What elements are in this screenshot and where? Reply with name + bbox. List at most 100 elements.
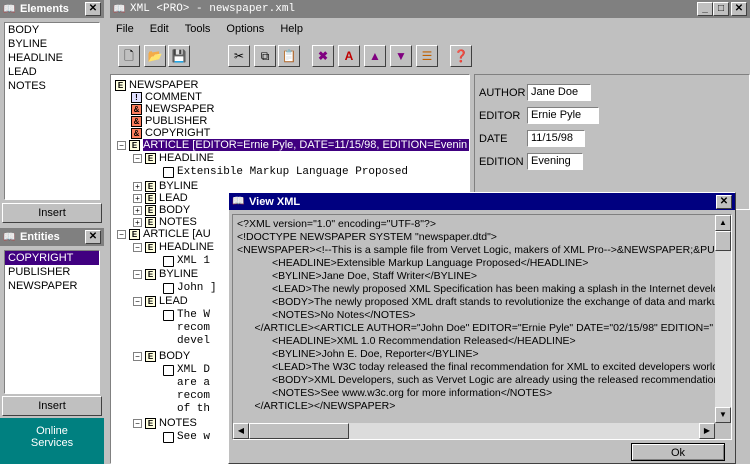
tree-body-2-text[interactable]: XML D xyxy=(163,364,210,376)
tree-byline-1[interactable]: + E BYLINE xyxy=(133,180,198,192)
elements-list[interactable]: BODY BYLINE HEADLINE LEAD NOTES xyxy=(4,22,100,200)
collapse-icon[interactable]: − xyxy=(133,351,142,361)
tree-notes-1[interactable]: + E NOTES xyxy=(133,216,197,228)
paste-icon[interactable]: 📋 xyxy=(278,45,300,67)
expand-icon[interactable]: + xyxy=(133,205,142,215)
tree-byline-2[interactable]: − E BYLINE xyxy=(133,268,198,280)
tree-body-1[interactable]: + E BODY xyxy=(133,204,190,216)
close-icon[interactable]: ✕ xyxy=(731,2,747,16)
collapse-icon[interactable]: − xyxy=(133,269,142,279)
tree-notes-2-text[interactable]: See w xyxy=(163,431,210,443)
vertical-scrollbar[interactable]: ▲ ▼ xyxy=(715,215,731,423)
xml-text-area[interactable]: <?XML version="1.0" encoding="UTF-8"?> <!… xyxy=(232,214,732,440)
text-node-icon xyxy=(163,364,174,376)
save-icon[interactable]: 💾 xyxy=(168,45,190,67)
author-field[interactable]: Jane Doe xyxy=(527,84,591,101)
new-file-icon[interactable]: 🗋 xyxy=(118,45,140,67)
element-item-headline[interactable]: HEADLINE xyxy=(5,51,99,65)
menu-options[interactable]: Options xyxy=(226,23,264,35)
entity-item-copyright[interactable]: COPYRIGHT xyxy=(5,251,99,265)
close-icon[interactable]: ✕ xyxy=(85,2,101,16)
collapse-icon[interactable]: − xyxy=(117,229,126,239)
author-label: AUTHOR xyxy=(479,87,526,99)
move-up-icon[interactable]: ▲ xyxy=(364,45,386,67)
xml-line: <LEAD>The W3C today released the final r… xyxy=(237,361,715,373)
open-folder-icon[interactable]: 📂 xyxy=(144,45,166,67)
menu-file[interactable]: File xyxy=(116,23,134,35)
cut-icon[interactable]: ✂ xyxy=(228,45,250,67)
element-item-notes[interactable]: NOTES xyxy=(5,79,99,93)
tree-root[interactable]: E NEWSPAPER xyxy=(115,79,198,91)
expand-icon[interactable]: + xyxy=(133,217,142,227)
online-services-button[interactable]: Online Services xyxy=(0,418,104,464)
horizontal-scrollbar[interactable]: ◀ ▶ xyxy=(233,423,715,439)
edition-field[interactable]: Evening xyxy=(527,153,583,170)
maximize-icon[interactable]: □ xyxy=(713,2,729,16)
menu-edit[interactable]: Edit xyxy=(150,23,169,35)
scroll-down-icon[interactable]: ▼ xyxy=(715,407,731,423)
tree-headline-2-text[interactable]: XML 1 xyxy=(163,255,210,267)
tree-article-2[interactable]: − E ARTICLE [AU xyxy=(117,228,211,240)
scroll-thumb[interactable] xyxy=(715,231,731,251)
tree-headline-2[interactable]: − E HEADLINE xyxy=(133,241,214,253)
entity-item-newspaper[interactable]: NEWSPAPER xyxy=(5,279,99,293)
xml-line: <BODY>XML Developers, such as Vervet Log… xyxy=(237,374,715,386)
element-icon: E xyxy=(145,216,156,228)
tree-body-2-text-3: recom xyxy=(177,390,211,402)
tree-notes-2[interactable]: − E NOTES xyxy=(133,417,197,429)
tree-byline-2-text[interactable]: John ] xyxy=(163,282,217,294)
tree-body-2-text-2: are a xyxy=(177,377,211,389)
app-icon: 📖 xyxy=(232,196,245,207)
collapse-icon[interactable]: − xyxy=(133,153,142,163)
scroll-thumb-h[interactable] xyxy=(249,423,349,439)
expand-icon[interactable]: + xyxy=(133,193,142,203)
move-down-icon[interactable]: ▼ xyxy=(390,45,412,67)
element-item-body[interactable]: BODY xyxy=(5,23,99,37)
collapse-icon[interactable]: − xyxy=(133,296,142,306)
scroll-left-icon[interactable]: ◀ xyxy=(233,423,249,439)
entity-item-publisher[interactable]: PUBLISHER xyxy=(5,265,99,279)
tree-article-1[interactable]: − E ARTICLE [EDITOR=Ernie Pyle, DATE=11/15… xyxy=(117,139,469,151)
date-field[interactable]: 11/15/98 xyxy=(527,130,585,147)
copy-icon[interactable]: ⧉ xyxy=(254,45,276,67)
element-icon: E xyxy=(145,295,156,307)
expand-icon[interactable]: + xyxy=(133,181,142,191)
collapse-icon[interactable]: − xyxy=(117,140,126,150)
element-item-lead[interactable]: LEAD xyxy=(5,65,99,79)
collapse-icon[interactable]: − xyxy=(133,418,142,428)
app-icon: 📖 xyxy=(113,3,126,15)
collapse-icon[interactable]: − xyxy=(133,242,142,252)
tree-structure-icon[interactable]: ☰ xyxy=(416,45,438,67)
entities-list[interactable]: COPYRIGHT PUBLISHER NEWSPAPER xyxy=(4,250,100,394)
text-node-icon xyxy=(163,255,174,267)
elements-panel: 📖 Elements ✕ BODY BYLINE HEADLINE LEAD NOTES… xyxy=(0,0,104,224)
tree-headline-1[interactable]: − E HEADLINE xyxy=(133,152,214,164)
close-icon[interactable]: ✕ xyxy=(716,195,732,209)
scroll-right-icon[interactable]: ▶ xyxy=(699,423,715,439)
minimize-icon[interactable]: _ xyxy=(697,2,713,16)
view-xml-dialog: 📖 View XML ✕ <?XML version="1.0" encodin… xyxy=(228,192,736,464)
delete-element-icon[interactable]: ✖ xyxy=(312,45,334,67)
tree-lead-2[interactable]: − E LEAD xyxy=(133,295,188,307)
main-titlebar: 📖 XML <PRO> - newspaper.xml _ □ ✕ xyxy=(110,0,750,18)
editor-field[interactable]: Ernie Pyle xyxy=(527,107,599,124)
tree-entity-publisher[interactable]: & PUBLISHER xyxy=(131,115,207,127)
tree-entity-copyright[interactable]: & COPYRIGHT xyxy=(131,127,210,139)
tree-comment[interactable]: ! COMMENT xyxy=(131,91,202,103)
elements-insert-button[interactable]: Insert xyxy=(2,203,102,223)
tree-entity-newspaper[interactable]: & NEWSPAPER xyxy=(131,103,214,115)
tree-body-2[interactable]: − E BODY xyxy=(133,350,190,362)
tree-lead-1[interactable]: + E LEAD xyxy=(133,192,188,204)
tree-lead-2-text[interactable]: The W xyxy=(163,309,210,321)
xml-line: <HEADLINE>XML 1.0 Recommendation Release… xyxy=(237,335,576,347)
close-icon[interactable]: ✕ xyxy=(85,230,101,244)
element-item-byline[interactable]: BYLINE xyxy=(5,37,99,51)
help-icon[interactable]: ❓ xyxy=(450,45,472,67)
entities-insert-button[interactable]: Insert xyxy=(2,396,102,416)
tree-headline-1-text[interactable]: Extensible Markup Language Proposed xyxy=(163,166,408,178)
ok-button[interactable]: Ok xyxy=(631,443,725,461)
add-attribute-icon[interactable]: A xyxy=(338,45,360,67)
menu-help[interactable]: Help xyxy=(280,23,303,35)
scroll-up-icon[interactable]: ▲ xyxy=(715,215,731,231)
menu-tools[interactable]: Tools xyxy=(185,23,211,35)
